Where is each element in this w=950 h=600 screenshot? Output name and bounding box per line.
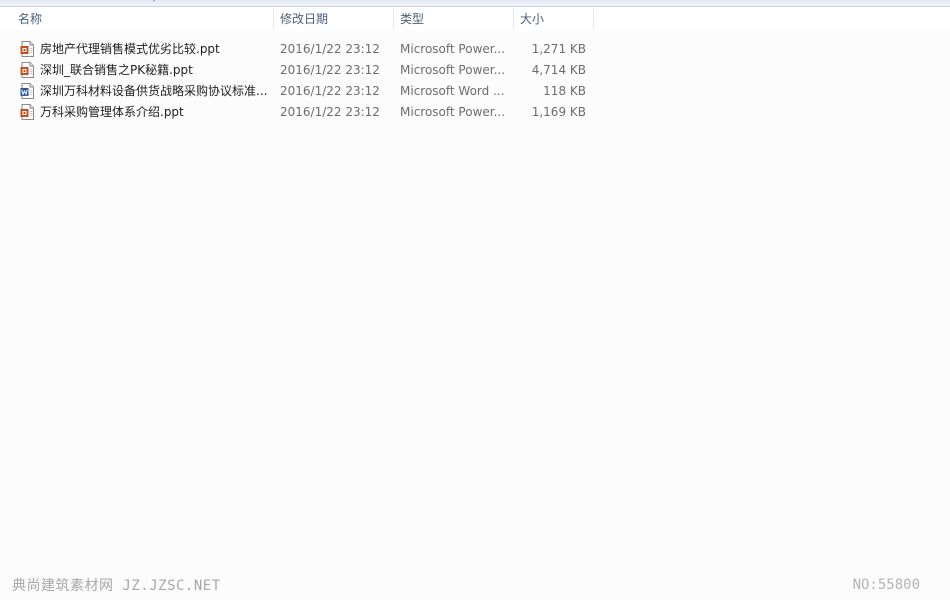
- file-row[interactable]: 深圳万科材料设备供货战略采购协议标准... 2016/1/22 23:12 Mi…: [0, 81, 950, 102]
- file-type: Microsoft Power...: [400, 63, 506, 77]
- word-file-icon: [20, 82, 34, 99]
- column-header-size[interactable]: 大小: [514, 7, 594, 31]
- powerpoint-file-icon: [20, 40, 34, 57]
- file-row[interactable]: 万科采购管理体系介绍.ppt 2016/1/22 23:12 Microsoft…: [0, 102, 950, 123]
- file-name: 万科采购管理体系介绍.ppt: [40, 105, 184, 119]
- window-top-border: [0, 0, 950, 7]
- file-date: 2016/1/22 23:12: [280, 105, 380, 119]
- column-header-date-label: 修改日期: [280, 12, 329, 26]
- file-name-cell[interactable]: 房地产代理销售模式优劣比较.ppt: [20, 39, 272, 60]
- file-name: 房地产代理销售模式优劣比较.ppt: [40, 42, 220, 56]
- column-header-name-label: 名称: [18, 12, 43, 26]
- file-type: Microsoft Power...: [400, 42, 506, 56]
- file-name: 深圳_联合销售之PK秘籍.ppt: [40, 63, 193, 77]
- file-type: Microsoft Word ...: [400, 84, 505, 98]
- column-header-size-label: 大小: [520, 12, 545, 26]
- sort-ascending-icon: ˄: [152, 0, 156, 8]
- column-header-name[interactable]: ˄ 名称: [12, 0, 274, 31]
- powerpoint-file-icon: [20, 103, 34, 120]
- file-date: 2016/1/22 23:12: [280, 84, 380, 98]
- column-header-type-label: 类型: [400, 12, 425, 26]
- file-list: 房地产代理销售模式优劣比较.ppt 2016/1/22 23:12 Micros…: [0, 39, 950, 123]
- file-name-cell[interactable]: 深圳_联合销售之PK秘籍.ppt: [20, 60, 272, 81]
- column-separator[interactable]: [593, 9, 594, 29]
- watermark-number-text: NO:55800: [852, 577, 920, 593]
- file-row[interactable]: 房地产代理销售模式优劣比较.ppt 2016/1/22 23:12 Micros…: [0, 39, 950, 60]
- column-header-bar: ˄ 名称 修改日期 类型 大小: [0, 0, 950, 31]
- file-type: Microsoft Power...: [400, 105, 506, 119]
- file-size: 1,169 KB: [531, 105, 586, 119]
- file-name: 深圳万科材料设备供货战略采购协议标准...: [40, 84, 268, 98]
- watermark-site-text: 典尚建筑素材网 JZ.JZSC.NET: [12, 578, 221, 594]
- file-row[interactable]: 深圳_联合销售之PK秘籍.ppt 2016/1/22 23:12 Microso…: [0, 60, 950, 81]
- file-size: 4,714 KB: [531, 63, 586, 77]
- file-name-cell[interactable]: 深圳万科材料设备供货战略采购协议标准...: [20, 81, 272, 102]
- powerpoint-file-icon: [20, 61, 34, 78]
- file-name-cell[interactable]: 万科采购管理体系介绍.ppt: [20, 102, 272, 123]
- file-size: 118 KB: [543, 84, 586, 98]
- column-header-type[interactable]: 类型: [394, 7, 514, 31]
- file-date: 2016/1/22 23:12: [280, 63, 380, 77]
- file-size: 1,271 KB: [531, 42, 586, 56]
- column-header-date[interactable]: 修改日期: [274, 7, 394, 31]
- file-date: 2016/1/22 23:12: [280, 42, 380, 56]
